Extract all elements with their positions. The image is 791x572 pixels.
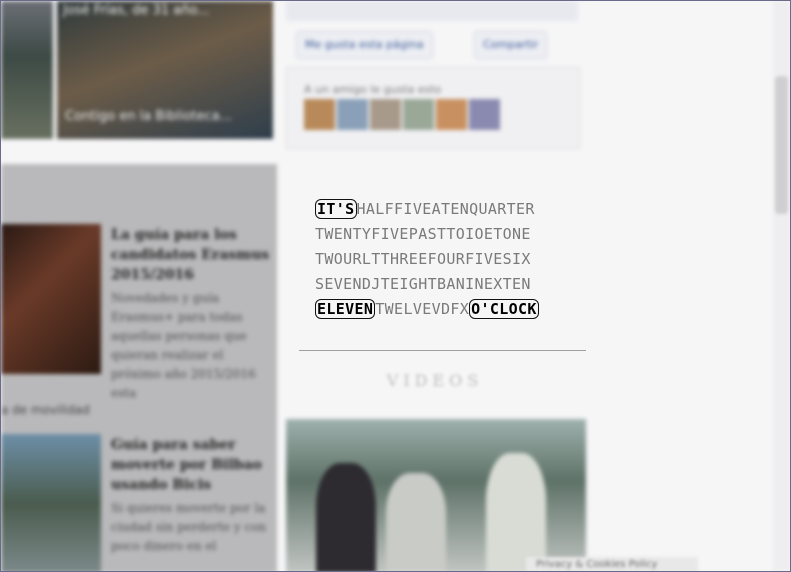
section-divider [299,350,586,351]
video-person [386,473,446,571]
section-label-movilidad: a de movilidad [1,403,90,417]
clock-row: SEVENDJTEIGHTBANINEXTEN [315,272,539,297]
library-caption[interactable]: Contigo en la Biblioteca... [65,109,232,124]
videos-heading: VIDEOS [386,371,484,390]
avatar[interactable] [469,99,500,130]
avatar[interactable] [403,99,434,130]
clock-letters: TWENTYFIVEPASTTOIOETONE [315,225,531,243]
cookie-policy-bar[interactable]: Privacy & Cookies Policy [526,557,698,571]
clock-row: TWOURLTTHREEFOURFIVESIX [315,247,539,272]
clock-letters: HALFFIVEATENQUARTER [356,200,535,218]
clock-row: IT'S HALFFIVEATENQUARTER [315,197,539,222]
top-thumbnail-caption[interactable]: José Frías, de 31 año... [63,3,210,18]
like-page-button[interactable]: Me gusta esta página [296,31,433,59]
avatar[interactable] [370,99,401,130]
clock-word-lit: ELEVEN [315,299,376,319]
browser-viewport: José Frías, de 31 año... Contigo en la B… [0,0,791,572]
article-excerpt-bicis: Si quieres moverte por la ciudad sin per… [111,501,267,553]
facebook-widget: Me gusta esta página Compartir A un amig… [286,1,586,161]
article-image-erasmus[interactable] [1,224,101,374]
article-image-bicis[interactable] [1,434,101,571]
video-person [486,453,546,571]
video-thumbnail[interactable] [286,419,586,571]
facebook-widget-header [286,1,578,21]
avatar[interactable] [436,99,467,130]
clock-row: TWENTYFIVEPASTTOIOETONE [315,222,539,247]
clock-letters: TWOURLTTHREEFOURFIVESIX [315,250,531,268]
left-content-column: José Frías, de 31 año... Contigo en la B… [1,1,277,571]
article-title-erasmus[interactable]: La guía para los candidatos Erasmus 2015… [111,225,271,285]
avatar[interactable] [337,99,368,130]
clock-row: ELEVEN TWELVEVDFX O'CLOCK [315,297,539,322]
friend-avatars [304,99,500,130]
share-button[interactable]: Compartir [474,31,548,59]
friends-like-text: A un amigo le gusta esto [304,83,442,96]
clock-letters: SEVENDJTEIGHTBANINEXTEN [315,275,531,293]
video-person [316,463,376,571]
clock-word-lit: O'CLOCK [469,299,539,319]
top-thumbnail-image[interactable] [1,1,53,139]
article-excerpt-erasmus: Novedades y guía Erasmus+ para todas aqu… [111,291,256,400]
word-clock: IT'S HALFFIVEATENQUARTER TWENTYFIVEPASTTOI… [315,197,539,322]
clock-word-lit: IT'S [315,199,357,219]
scrollbar-thumb[interactable] [775,76,788,214]
clock-letters: TWELVEVDFX [375,300,470,318]
article-title-bicis[interactable]: Guía para saber moverte por Bilbao usand… [111,435,271,495]
avatar[interactable] [304,99,335,130]
